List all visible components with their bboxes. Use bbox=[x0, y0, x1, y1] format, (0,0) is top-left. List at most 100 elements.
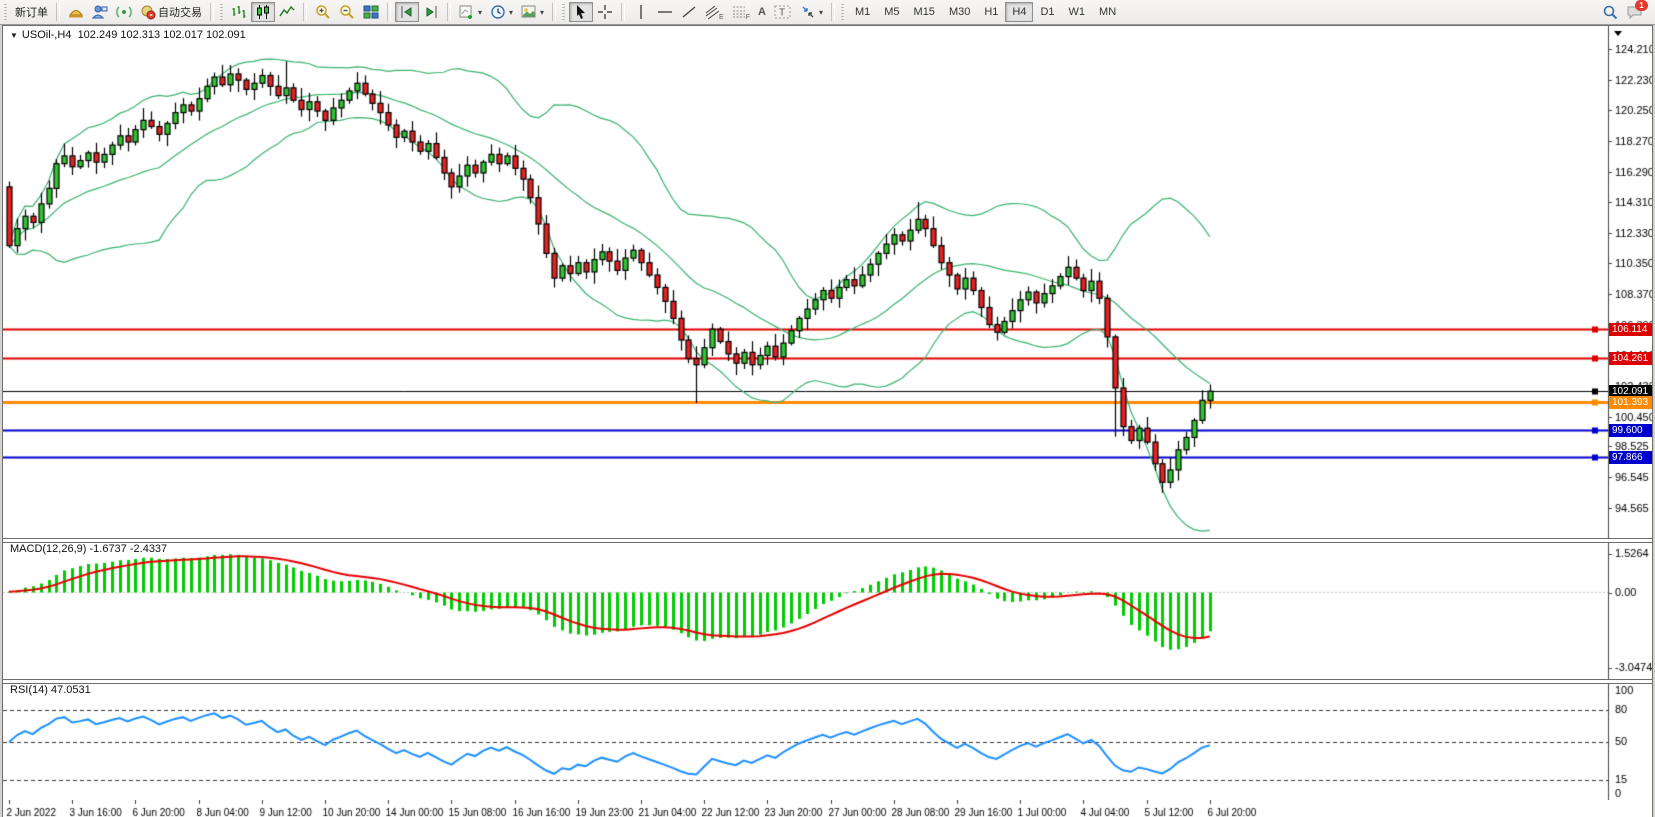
templates-button[interactable]: ▾ bbox=[517, 2, 548, 22]
macd-label: MACD(12,26,9) -1.6737 -2.4337 bbox=[10, 543, 167, 555]
arrows-button[interactable]: ▾ bbox=[796, 2, 827, 22]
fibonacci-icon bbox=[732, 4, 746, 20]
crosshair-button[interactable] bbox=[593, 2, 617, 22]
candlestick-chart-button[interactable] bbox=[251, 2, 275, 22]
macd-value-signal: -2.4337 bbox=[130, 543, 167, 555]
timeframe-m30-button[interactable]: M30 bbox=[942, 2, 977, 22]
timeframe-m1-button[interactable]: M1 bbox=[848, 2, 877, 22]
clock-icon bbox=[490, 4, 506, 20]
vertical-line-icon bbox=[633, 4, 649, 20]
auto-trading-label: 自动交易 bbox=[158, 4, 202, 20]
trendline-icon bbox=[681, 4, 697, 20]
toolbar-grip bbox=[220, 4, 223, 20]
notifications-button[interactable]: 1 bbox=[1622, 2, 1647, 22]
tile-windows-button[interactable] bbox=[359, 2, 383, 22]
toolbar-grip bbox=[562, 4, 565, 20]
chart-ohlc-values: 102.249 102.313 102.017 102.091 bbox=[78, 29, 246, 41]
periods-button[interactable]: ▾ bbox=[486, 2, 517, 22]
rsi-label: RSI(14) 47.0531 bbox=[10, 684, 91, 696]
tile-windows-icon bbox=[363, 4, 379, 20]
toolbar-separator bbox=[210, 3, 214, 21]
person-chart-icon bbox=[92, 4, 108, 20]
zoom-in-icon bbox=[315, 4, 331, 20]
zoom-in-button[interactable] bbox=[311, 2, 335, 22]
new-order-label: 新订单 bbox=[15, 4, 48, 20]
vertical-line-button[interactable] bbox=[629, 2, 653, 22]
signals-button[interactable] bbox=[112, 2, 136, 22]
text-label-button[interactable]: T bbox=[770, 2, 796, 22]
template-image-icon bbox=[521, 4, 537, 20]
toolbar-separator bbox=[56, 3, 60, 21]
toolbar-grip bbox=[841, 4, 844, 20]
horizontal-line-button[interactable] bbox=[653, 2, 677, 22]
gold-hat-icon bbox=[68, 4, 84, 20]
timeframe-m5-button[interactable]: M5 bbox=[877, 2, 906, 22]
channel-letter: E bbox=[719, 14, 724, 21]
collapse-triangle-icon[interactable]: ▼ bbox=[10, 31, 18, 40]
profile-button[interactable] bbox=[88, 2, 112, 22]
text-label-icon: T bbox=[774, 4, 792, 20]
auto-scroll-button[interactable] bbox=[395, 2, 419, 22]
chart-symbol-period: USOil-,H4 bbox=[22, 29, 72, 41]
dropdown-arrow-icon: ▾ bbox=[509, 8, 513, 17]
fibonacci-letter: F bbox=[746, 14, 750, 21]
macd-title: MACD(12,26,9) bbox=[10, 543, 86, 555]
text-button[interactable]: A bbox=[754, 2, 770, 22]
price-line-label[interactable]: 97.866 bbox=[1609, 451, 1653, 464]
timeframe-h4-button[interactable]: H4 bbox=[1005, 2, 1033, 22]
price-line-label[interactable]: 104.261 bbox=[1609, 352, 1653, 365]
toolbar-separator bbox=[387, 3, 391, 21]
new-order-button[interactable]: 新订单 bbox=[11, 2, 52, 22]
price-line-label[interactable]: 106.114 bbox=[1609, 323, 1653, 336]
channel-icon bbox=[705, 4, 719, 20]
timeframe-mn-button[interactable]: MN bbox=[1092, 2, 1123, 22]
svg-text:T: T bbox=[779, 8, 785, 19]
macd-value-main: -1.6737 bbox=[89, 543, 126, 555]
fibonacci-button[interactable]: F bbox=[728, 2, 754, 22]
zoom-out-icon bbox=[339, 4, 355, 20]
cursor-button[interactable] bbox=[569, 2, 593, 22]
toolbar-separator bbox=[447, 3, 451, 21]
toolbar-grip bbox=[4, 4, 7, 20]
timeframe-m15-button[interactable]: M15 bbox=[907, 2, 942, 22]
dropdown-arrow-icon: ▾ bbox=[478, 8, 482, 17]
horizontal-line-icon bbox=[657, 4, 673, 20]
price-line-label[interactable]: 99.600 bbox=[1609, 424, 1653, 437]
candlestick-chart-icon bbox=[255, 4, 271, 20]
toolbar-separator bbox=[303, 3, 307, 21]
trendline-button[interactable] bbox=[677, 2, 701, 22]
toolbar-separator bbox=[552, 3, 556, 21]
search-icon bbox=[1602, 4, 1618, 20]
equidistant-channel-button[interactable]: E bbox=[701, 2, 728, 22]
dropdown-arrow-icon: ▾ bbox=[540, 8, 544, 17]
expert-hat-button[interactable] bbox=[64, 2, 88, 22]
timeframe-d1-button[interactable]: D1 bbox=[1033, 2, 1061, 22]
line-chart-button[interactable] bbox=[275, 2, 299, 22]
macd-panel-canvas[interactable] bbox=[3, 543, 1652, 679]
indicators-button[interactable]: ▾ bbox=[455, 2, 486, 22]
bar-chart-icon bbox=[231, 4, 247, 20]
rsi-value: 47.0531 bbox=[51, 684, 91, 696]
arrows-shapes-icon bbox=[800, 4, 816, 20]
toolbar-separator bbox=[621, 3, 625, 21]
zoom-out-button[interactable] bbox=[335, 2, 359, 22]
bar-chart-button[interactable] bbox=[227, 2, 251, 22]
signal-waves-icon bbox=[116, 4, 132, 20]
price-panel-canvas[interactable] bbox=[3, 26, 1652, 538]
timeframe-h1-button[interactable]: H1 bbox=[977, 2, 1005, 22]
line-chart-icon bbox=[279, 4, 295, 20]
search-button[interactable] bbox=[1598, 2, 1622, 22]
chart-window: ▼ USOil-,H4 102.249 102.313 102.017 102.0… bbox=[2, 25, 1653, 817]
add-indicator-icon bbox=[459, 4, 475, 20]
cursor-arrow-icon bbox=[573, 4, 589, 20]
rsi-panel-canvas[interactable] bbox=[3, 684, 1652, 800]
auto-scroll-icon bbox=[399, 4, 415, 20]
main-toolbar: 新订单 自动交易 ▾ ▾ ▾ E F bbox=[0, 0, 1655, 25]
chart-shift-icon bbox=[423, 4, 439, 20]
price-line-label[interactable]: 101.393 bbox=[1609, 396, 1653, 409]
dropdown-arrow-icon: ▾ bbox=[819, 8, 823, 17]
time-axis-canvas[interactable] bbox=[3, 800, 1652, 817]
timeframe-w1-button[interactable]: W1 bbox=[1062, 2, 1093, 22]
chart-shift-button[interactable] bbox=[419, 2, 443, 22]
auto-trading-button[interactable]: 自动交易 bbox=[136, 2, 206, 22]
